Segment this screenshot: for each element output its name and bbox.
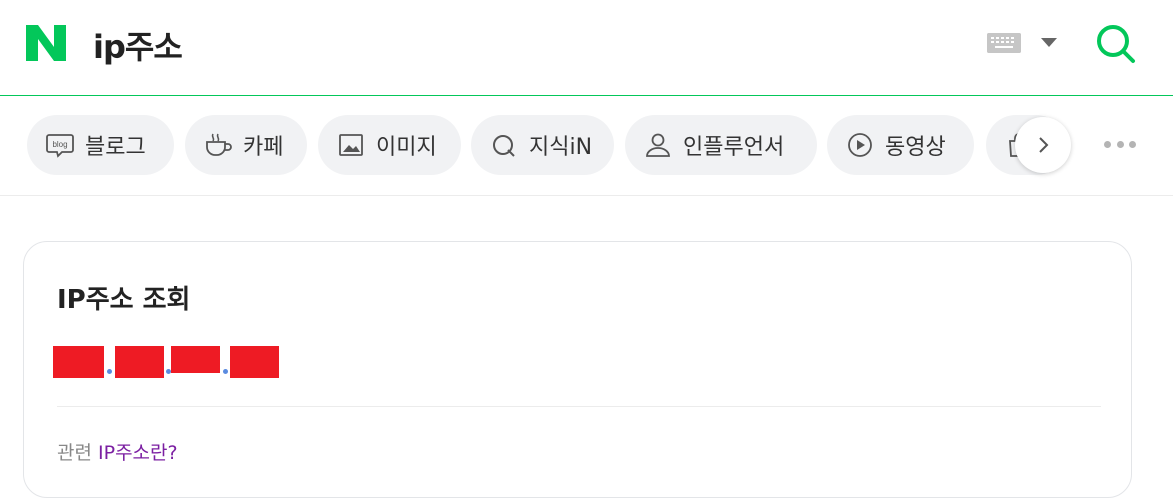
search-tabs: blog 블로그 카페 이미지 지식iN 인플루언서 동영상 <box>0 97 1173 196</box>
tab-cafe[interactable]: 카페 <box>185 115 307 175</box>
cafe-cup-icon <box>203 130 233 160</box>
more-dots-icon[interactable] <box>1104 141 1136 149</box>
ip-octet-redacted <box>230 346 279 378</box>
caret-down-icon[interactable] <box>1041 38 1057 47</box>
tab-label: 동영상 <box>885 135 946 160</box>
related-links: 관련 IP주소란? <box>57 438 178 465</box>
chevron-right-icon <box>1039 137 1049 153</box>
ip-address-value <box>53 346 313 378</box>
ip-separator-dot <box>223 369 228 374</box>
search-header: ip주소 <box>0 0 1173 96</box>
image-icon <box>336 130 366 160</box>
keyboard-icon[interactable] <box>987 33 1021 53</box>
related-link-ip[interactable]: IP주소란? <box>98 442 178 464</box>
tab-kin[interactable]: 지식iN <box>471 115 614 175</box>
tab-label: 카페 <box>243 135 284 160</box>
card-title: IP주소 조회 <box>57 285 191 315</box>
ip-octet-redacted <box>53 346 104 378</box>
tab-video[interactable]: 동영상 <box>827 115 974 175</box>
ip-octet-redacted <box>171 346 220 373</box>
tab-label: 인플루언서 <box>683 135 785 160</box>
card-divider <box>57 406 1101 407</box>
tab-blog[interactable]: blog 블로그 <box>27 115 174 175</box>
kin-q-icon <box>489 130 519 160</box>
tab-label: 블로그 <box>85 135 146 160</box>
ip-separator-dot <box>107 369 112 374</box>
person-icon <box>643 130 673 160</box>
tab-image[interactable]: 이미지 <box>318 115 461 175</box>
svg-text:blog: blog <box>52 140 67 149</box>
tab-influencer[interactable]: 인플루언서 <box>625 115 817 175</box>
search-query-text[interactable]: ip주소 <box>93 22 183 68</box>
play-circle-icon <box>845 130 875 160</box>
blog-icon: blog <box>45 130 75 160</box>
ip-lookup-card: IP주소 조회 관련 IP주소란? <box>23 241 1132 498</box>
tab-label: 이미지 <box>376 135 437 160</box>
search-icon[interactable] <box>1094 22 1138 66</box>
tab-label: 지식iN <box>529 135 593 160</box>
related-prefix: 관련 <box>57 442 92 464</box>
ip-octet-redacted <box>115 346 164 378</box>
tabs-next-button[interactable] <box>1015 117 1071 173</box>
naver-logo[interactable] <box>26 25 66 61</box>
